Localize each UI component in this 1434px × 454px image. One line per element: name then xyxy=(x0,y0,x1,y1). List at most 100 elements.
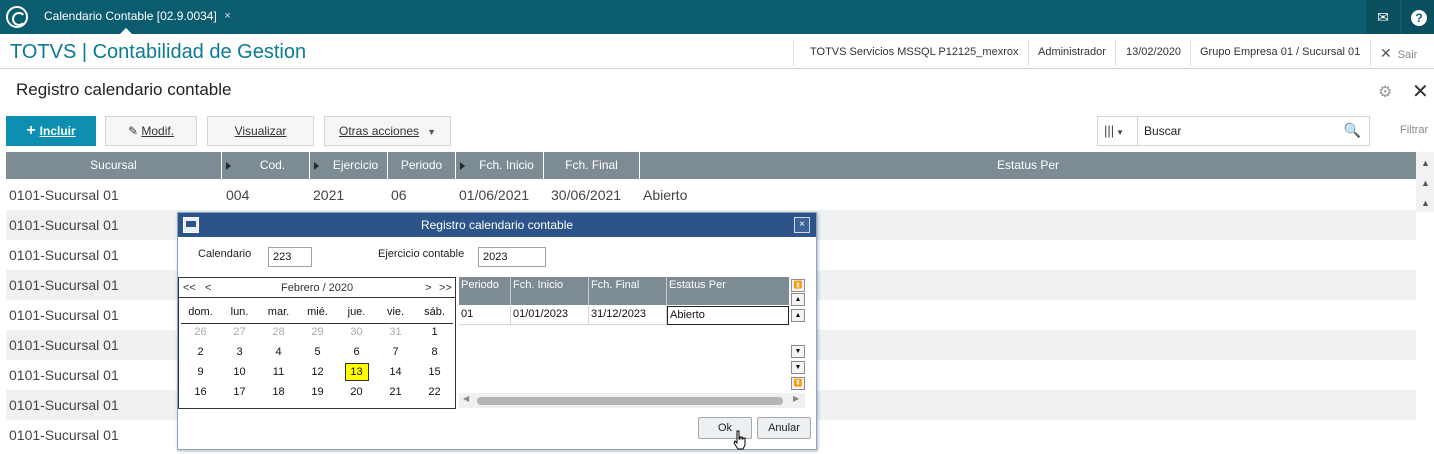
column-header-fch-inicio[interactable]: Fch. Inicio xyxy=(456,152,544,179)
calendar-day[interactable]: 14 xyxy=(376,362,415,382)
modify-button[interactable]: ✎ Modif. xyxy=(105,116,197,146)
other-actions-button[interactable]: Otras acciones ▼ xyxy=(324,116,451,146)
column-header-estatus-per[interactable]: Estatus Per xyxy=(640,152,1416,179)
cell-fch-inicio[interactable]: 01/01/2023 xyxy=(511,306,589,325)
scroll-down-icon[interactable]: ▼ xyxy=(791,345,805,358)
page-title: Registro calendario contable xyxy=(16,80,232,99)
other-actions-label: Otras acciones xyxy=(339,124,420,138)
calendar-day[interactable]: 1 xyxy=(415,322,454,342)
calendar-day[interactable]: 26 xyxy=(181,322,220,342)
sort-icon xyxy=(460,162,465,170)
calendar-day[interactable]: 10 xyxy=(220,362,259,382)
columns-selector[interactable]: ||| ▼ xyxy=(1098,117,1138,145)
scroll-up-icon[interactable]: ▲ xyxy=(1421,158,1430,168)
prev-year-button[interactable]: << xyxy=(183,282,196,294)
calendar-day[interactable]: 22 xyxy=(415,382,454,402)
calendar-day[interactable]: 17 xyxy=(220,382,259,402)
scroll-right-icon[interactable]: ▶ xyxy=(793,394,799,403)
next-month-button[interactable]: > xyxy=(425,282,431,294)
calendar-day[interactable]: 6 xyxy=(337,342,376,362)
weekday-label: jue. xyxy=(347,306,366,318)
column-header-fch-final[interactable]: Fch. Final xyxy=(589,277,667,305)
column-header-periodo[interactable]: Periodo xyxy=(459,277,511,305)
scroll-page-up-icon[interactable]: ▲ xyxy=(791,293,805,306)
scroll-bottom-icon[interactable]: ⏬ xyxy=(791,377,805,390)
cell-sucursal: 0101-Sucursal 01 xyxy=(9,337,119,353)
totvs-logo-icon[interactable] xyxy=(6,6,28,28)
mail-icon[interactable]: ✉ xyxy=(1366,0,1400,34)
scroll-down-icon[interactable]: ▲ xyxy=(1421,198,1430,208)
dialog-title-bar[interactable]: Registro calendario contable × xyxy=(178,213,816,237)
filter-link[interactable]: Filtrar xyxy=(1400,124,1428,136)
calendar-day[interactable]: 15 xyxy=(415,362,454,382)
include-button[interactable]: + Incluir xyxy=(6,116,96,146)
cell-periodo: 06 xyxy=(391,187,407,203)
table-row[interactable]: 0101-Sucursal 01 004 2021 06 01/06/2021 … xyxy=(6,180,1416,210)
gear-icon[interactable]: ⚙ xyxy=(1378,82,1392,102)
column-header-ejercicio[interactable]: Ejercicio xyxy=(310,152,388,179)
column-header-sucursal[interactable]: Sucursal xyxy=(6,152,222,179)
calendar-day[interactable]: 2 xyxy=(181,342,220,362)
chevron-down-icon: ▼ xyxy=(427,127,436,137)
search-icon[interactable]: 🔍 xyxy=(1344,122,1361,139)
exit-button[interactable]: ✕ Sair xyxy=(1380,45,1417,62)
calendar-day[interactable]: 4 xyxy=(259,342,298,362)
periods-scrollbar[interactable]: ⏫ ▲ ▲ ▼ ▼ ⏬ xyxy=(789,277,807,393)
periods-grid: Periodo Fch. Inicio Fch. Final Estatus P… xyxy=(459,277,789,391)
cell-fch-final[interactable]: 31/12/2023 xyxy=(589,306,667,325)
next-year-button[interactable]: >> xyxy=(439,282,452,294)
column-header-periodo[interactable]: Periodo xyxy=(388,152,456,179)
column-header-cod-calenda[interactable]: Cod. Calenda xyxy=(222,152,310,199)
plus-icon: + xyxy=(26,122,36,139)
cell-estatus[interactable]: Abierto xyxy=(667,306,789,325)
cell-periodo[interactable]: 01 xyxy=(459,306,511,325)
calendar-day[interactable]: 8 xyxy=(415,342,454,362)
calendar-day[interactable]: 30 xyxy=(337,322,376,342)
include-label: Incluir xyxy=(39,124,76,138)
cell-sucursal: 0101-Sucursal 01 xyxy=(9,187,119,203)
scroll-thumb[interactable] xyxy=(477,397,783,405)
scroll-up-icon[interactable]: ▲ xyxy=(791,309,805,322)
calendar-day[interactable]: 29 xyxy=(298,322,337,342)
company-info[interactable]: Grupo Empresa 01 / Sucursal 01 xyxy=(1200,46,1360,58)
prev-month-button[interactable]: < xyxy=(205,282,211,294)
close-icon[interactable]: ✕ xyxy=(1412,79,1429,104)
calendar-day[interactable]: 3 xyxy=(220,342,259,362)
cell-estatus: Abierto xyxy=(643,187,688,203)
calendar-day[interactable]: 9 xyxy=(181,362,220,382)
tab-close-icon[interactable]: × xyxy=(224,2,230,30)
scroll-top-icon[interactable]: ⏫ xyxy=(791,279,805,292)
help-icon[interactable]: ? xyxy=(1402,0,1434,34)
calendar-day[interactable]: 11 xyxy=(259,362,298,382)
calendar-day[interactable]: 20 xyxy=(337,382,376,402)
search-input[interactable]: Buscar xyxy=(1144,124,1181,138)
calendar-day[interactable]: 21 xyxy=(376,382,415,402)
tab-calendario-contable[interactable]: Calendario Contable [02.9.0034] × xyxy=(36,2,235,34)
calendar-day[interactable]: 19 xyxy=(298,382,337,402)
calendar-day[interactable]: 7 xyxy=(376,342,415,362)
grid-scrollbar[interactable]: ▲ ▲ ▲ xyxy=(1416,152,1434,212)
calendar-day[interactable]: 16 xyxy=(181,382,220,402)
periods-hscrollbar[interactable]: ◀ ▶ xyxy=(459,393,805,408)
scroll-left-icon[interactable]: ◀ xyxy=(463,394,469,403)
column-header-estatus-per[interactable]: Estatus Per xyxy=(667,277,789,305)
calendar-day[interactable]: 31 xyxy=(376,322,415,342)
calendar-day-today[interactable]: 13 xyxy=(337,362,376,382)
divider xyxy=(1115,40,1116,66)
column-header-fch-final[interactable]: Fch. Final xyxy=(544,152,640,179)
calendar-day[interactable]: 28 xyxy=(259,322,298,342)
calendar-day[interactable]: 5 xyxy=(298,342,337,362)
calendar-day[interactable]: 27 xyxy=(220,322,259,342)
user-info: Administrador xyxy=(1038,46,1106,58)
ejercicio-field[interactable]: 2023 xyxy=(478,247,546,267)
scroll-up-icon[interactable]: ▲ xyxy=(1421,178,1430,188)
column-header-fch-inicio[interactable]: Fch. Inicio xyxy=(511,277,589,305)
dialog-close-button[interactable]: × xyxy=(794,217,810,233)
view-button[interactable]: Visualizar xyxy=(207,116,314,146)
calendar-day[interactable]: 18 xyxy=(259,382,298,402)
cancel-button[interactable]: Anular xyxy=(757,417,811,439)
scroll-page-down-icon[interactable]: ▼ xyxy=(791,361,805,374)
calendar-day[interactable]: 12 xyxy=(298,362,337,382)
calendario-field[interactable]: 223 xyxy=(268,247,312,267)
weekday-label: sáb. xyxy=(424,306,445,318)
